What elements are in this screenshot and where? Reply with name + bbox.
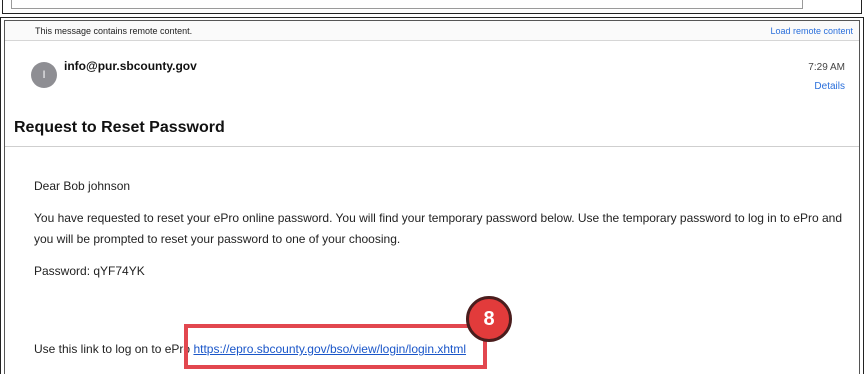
header-divider — [5, 146, 859, 147]
email-greeting: Dear Bob johnson — [34, 179, 131, 193]
remote-content-banner: This message contains remote content. Lo… — [5, 21, 859, 41]
link-highlight-box — [184, 324, 487, 369]
email-paragraph: You have requested to reset your ePro on… — [34, 211, 843, 246]
top-window-inner-frame — [11, 0, 803, 9]
step-number-badge: 8 — [466, 296, 512, 342]
sender-address: info@pur.sbcounty.gov — [64, 59, 197, 73]
load-remote-content-link[interactable]: Load remote content — [770, 26, 853, 36]
login-link-prefix: Use this link to log on to ePro — [34, 342, 191, 356]
remote-content-message: This message contains remote content. — [35, 26, 193, 36]
message-time: 7:29 AM — [808, 62, 845, 73]
email-subject: Request to Reset Password — [14, 119, 225, 136]
details-link[interactable]: Details — [814, 81, 845, 92]
temporary-password: Password: qYF74YK — [34, 264, 145, 278]
sender-avatar: I — [31, 62, 57, 88]
top-window-frame — [2, 0, 862, 14]
email-viewer-panel — [4, 20, 860, 374]
